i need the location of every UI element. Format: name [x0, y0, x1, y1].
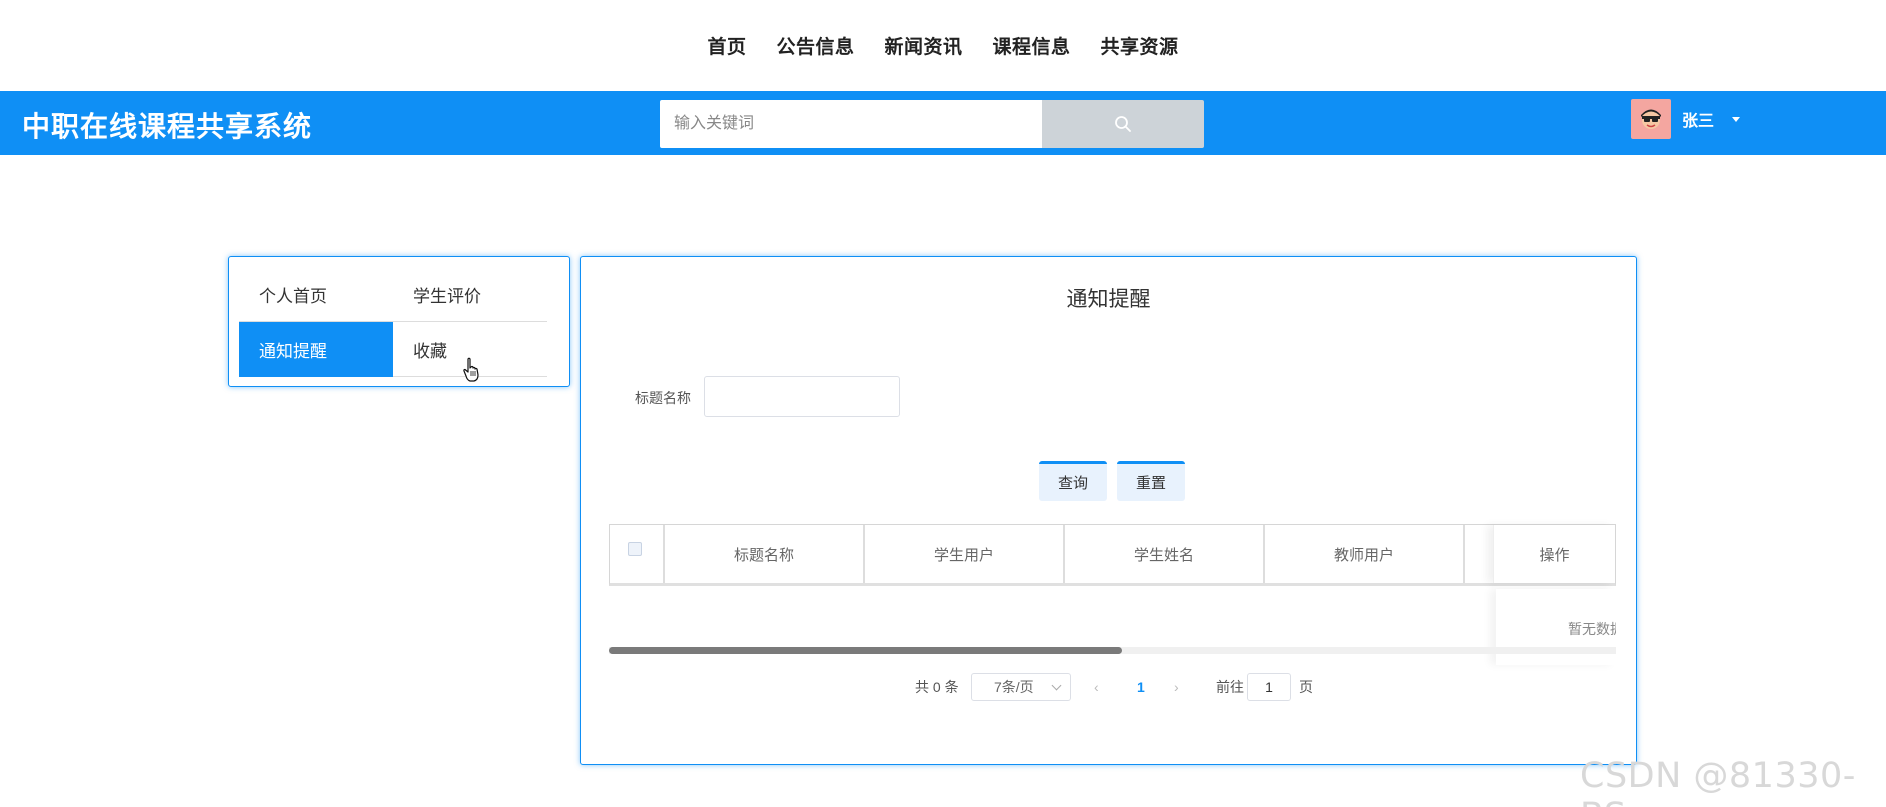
- nav-news[interactable]: 新闻资讯: [869, 32, 977, 59]
- select-all-checkbox[interactable]: [627, 542, 642, 556]
- site-title: 中职在线课程共享系统: [22, 111, 313, 142]
- chevron-down-icon[interactable]: [1732, 116, 1741, 122]
- current-page-number[interactable]: 1: [1137, 673, 1145, 701]
- side-menu-grid: 个人首页 学生评价 通知提醒 收藏: [239, 267, 559, 377]
- empty-table-text: 暂无数据: [1568, 621, 1616, 637]
- nav-courses[interactable]: 课程信息: [978, 32, 1086, 59]
- search-icon: [1115, 116, 1131, 132]
- select-all-cell: [610, 525, 665, 583]
- chevron-down-icon: [1051, 680, 1062, 691]
- pagination: 共 0 条 7条/页 ‹ 1 › 前往 1 页: [581, 673, 1636, 705]
- goto-label: 前往: [1216, 679, 1244, 695]
- column-header-teacher-user[interactable]: 教师用户: [1265, 525, 1465, 583]
- column-header-title[interactable]: 标题名称: [665, 525, 865, 583]
- goto-unit-label: 页: [1299, 679, 1313, 695]
- side-menu: 个人首页 学生评价 通知提醒 收藏: [228, 256, 570, 387]
- column-header-overflow: [1465, 525, 1492, 583]
- user-menu[interactable]: 张三: [1631, 99, 1741, 139]
- search-input[interactable]: [660, 100, 1042, 148]
- menu-item-notifications[interactable]: 通知提醒: [239, 322, 393, 377]
- filter-title-input[interactable]: [704, 376, 900, 417]
- username: 张三: [1682, 113, 1715, 130]
- hand-cursor-icon: [463, 357, 479, 382]
- page-size-value: 7条/页: [994, 679, 1034, 695]
- watermark: CSDN @81330-BS: [1580, 756, 1856, 807]
- top-nav: 首页 公告信息 新闻资讯 课程信息 共享资源: [0, 0, 1886, 91]
- search-box: [660, 100, 1204, 148]
- avatar: [1631, 99, 1671, 139]
- column-header-actions: 操作: [1493, 525, 1615, 583]
- nav-home[interactable]: 首页: [692, 32, 761, 59]
- nav-announcements[interactable]: 公告信息: [761, 32, 869, 59]
- menu-item-student-evaluation[interactable]: 学生评价: [393, 267, 547, 322]
- page-title: 通知提醒: [1066, 288, 1151, 311]
- page-size-select[interactable]: 7条/页: [971, 673, 1071, 701]
- menu-item-personal-home[interactable]: 个人首页: [239, 267, 393, 322]
- header-bar: 中职在线课程共享系统 张三: [0, 91, 1886, 155]
- avatar-face-icon: [1641, 109, 1661, 129]
- column-header-student-user[interactable]: 学生用户: [865, 525, 1065, 583]
- goto-page-input[interactable]: 1: [1247, 673, 1291, 701]
- reset-button[interactable]: 重置: [1117, 461, 1185, 501]
- prev-page-icon[interactable]: ‹: [1094, 673, 1099, 701]
- search-button[interactable]: [1042, 100, 1204, 148]
- nav-shared-resources[interactable]: 共享资源: [1086, 32, 1194, 59]
- horizontal-scrollbar-thumb[interactable]: [609, 647, 1122, 654]
- main-panel: 通知提醒 标题名称 查询 重置 标题名称 学生用户 学生姓名 教师用户 操作 暂…: [580, 256, 1637, 765]
- pagination-total: 共 0 条: [915, 679, 959, 695]
- next-page-icon[interactable]: ›: [1174, 673, 1179, 701]
- data-table-header: 标题名称 学生用户 学生姓名 教师用户 操作: [609, 524, 1616, 586]
- top-nav-links: 首页 公告信息 新闻资讯 课程信息 共享资源: [692, 32, 1193, 59]
- horizontal-scrollbar-track[interactable]: [609, 647, 1616, 654]
- column-header-student-name[interactable]: 学生姓名: [1065, 525, 1265, 583]
- filter-title-label: 标题名称: [635, 390, 691, 406]
- query-button[interactable]: 查询: [1039, 461, 1107, 501]
